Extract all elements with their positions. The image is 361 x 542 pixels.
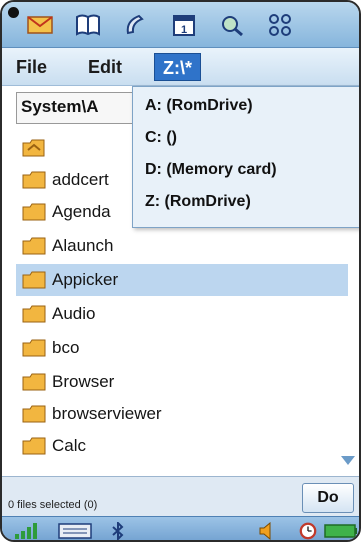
folder-icon bbox=[22, 405, 46, 423]
drive-option-a[interactable]: A: (RomDrive) bbox=[145, 97, 253, 115]
file-name: addcert bbox=[52, 170, 109, 189]
drive-dropdown-menu: A: (RomDrive) C: () D: (Memory card) Z: … bbox=[132, 86, 359, 228]
folder-icon bbox=[22, 305, 46, 323]
command-bar: 0 files selected (0) Do bbox=[2, 476, 359, 516]
speaker-icon[interactable] bbox=[258, 522, 276, 540]
folder-icon bbox=[22, 237, 46, 255]
clock-icon[interactable] bbox=[298, 522, 318, 540]
file-name: bco bbox=[52, 338, 80, 357]
calendar-icon[interactable]: 1 bbox=[170, 11, 198, 39]
folder-icon bbox=[22, 271, 46, 289]
file-name: Appicker bbox=[52, 270, 119, 289]
scroll-down-arrow-icon[interactable] bbox=[341, 456, 355, 465]
folder-icon bbox=[22, 373, 46, 391]
menu-drive[interactable]: Z:\* bbox=[154, 53, 201, 81]
file-name: Alaunch bbox=[52, 236, 114, 255]
file-name: Audio bbox=[52, 304, 96, 323]
mail-icon[interactable] bbox=[26, 11, 54, 39]
folder-icon bbox=[22, 171, 46, 189]
device-screen: 1 File Edit Z:\* System\A addcert Agenda… bbox=[0, 0, 361, 542]
list-item[interactable]: Calc bbox=[16, 430, 348, 462]
file-name: Browser bbox=[52, 372, 115, 391]
keyboard-icon[interactable] bbox=[58, 522, 92, 540]
application-bar: 1 bbox=[2, 2, 359, 48]
folder-icon bbox=[22, 203, 46, 221]
menu-edit[interactable]: Edit bbox=[88, 53, 122, 81]
selection-status: 0 files selected (0) bbox=[8, 499, 98, 511]
do-button[interactable]: Do bbox=[302, 483, 354, 513]
drive-option-c[interactable]: C: () bbox=[145, 129, 177, 147]
parent-folder-icon[interactable] bbox=[22, 138, 46, 163]
system-tray bbox=[2, 516, 359, 540]
drive-option-z[interactable]: Z: (RomDrive) bbox=[145, 193, 251, 211]
search-icon[interactable] bbox=[218, 11, 246, 39]
path-text: System\A bbox=[21, 97, 99, 116]
camera-dot-icon bbox=[8, 7, 19, 18]
bluetooth-icon[interactable] bbox=[110, 522, 126, 540]
phone-icon[interactable] bbox=[122, 11, 150, 39]
list-item[interactable]: Browser bbox=[16, 366, 348, 398]
list-item[interactable]: bco bbox=[16, 332, 348, 364]
list-item[interactable]: Alaunch bbox=[16, 230, 348, 262]
contacts-book-icon[interactable] bbox=[74, 11, 102, 39]
menu-file[interactable]: File bbox=[16, 53, 47, 81]
signal-strength-icon bbox=[15, 523, 37, 539]
list-item[interactable]: browserviewer bbox=[16, 398, 348, 430]
list-item[interactable]: Audio bbox=[16, 298, 348, 330]
apps-grid-icon[interactable] bbox=[266, 11, 294, 39]
svg-text:1: 1 bbox=[181, 24, 187, 36]
file-name: Calc bbox=[52, 436, 87, 455]
folder-icon bbox=[22, 339, 46, 357]
list-item-selected[interactable]: Appicker bbox=[16, 264, 348, 296]
menu-bar: File Edit Z:\* bbox=[2, 48, 359, 86]
folder-icon bbox=[22, 437, 46, 455]
file-name: Agenda bbox=[52, 202, 111, 221]
file-name: browserviewer bbox=[52, 404, 162, 423]
battery-icon bbox=[324, 524, 357, 538]
drive-option-d[interactable]: D: (Memory card) bbox=[145, 161, 277, 179]
